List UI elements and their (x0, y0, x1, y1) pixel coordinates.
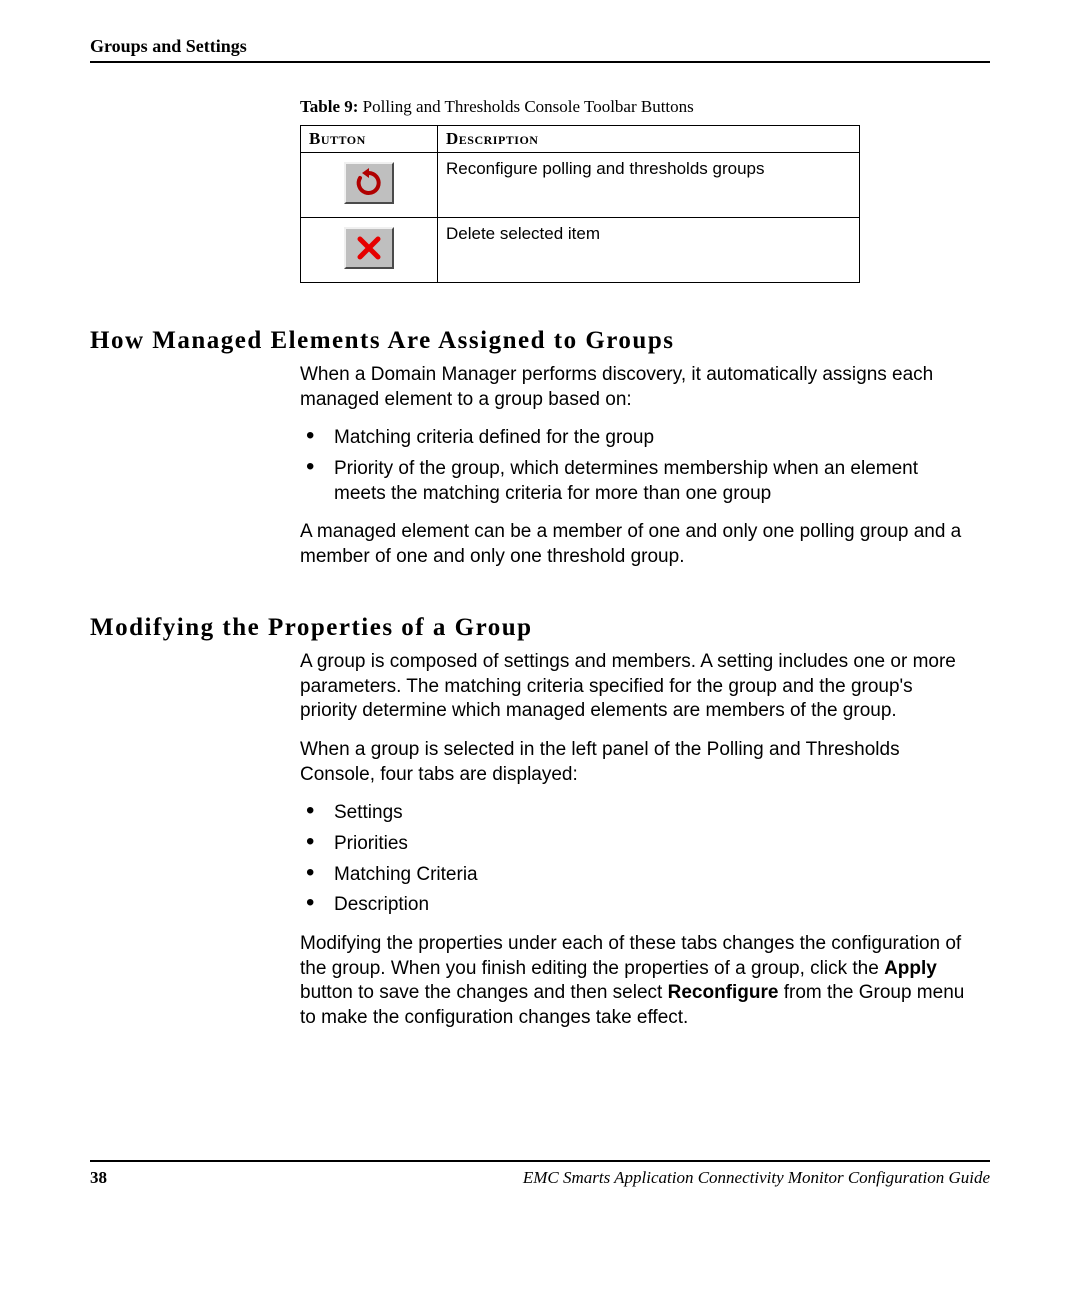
toolbar-buttons-table: Button Description Reconfigure polli (300, 125, 860, 283)
apply-label: Apply (884, 958, 937, 979)
th-description: Description (438, 126, 860, 153)
text: Modifying the properties under each of t… (300, 933, 961, 979)
para: Modifying the properties under each of t… (300, 932, 970, 1031)
table-caption-text: Polling and Thresholds Console Toolbar B… (363, 97, 694, 116)
section-heading-assigned: How Managed Elements Are Assigned to Gro… (90, 327, 990, 355)
page-header: Groups and Settings (90, 36, 990, 63)
button-cell (301, 153, 438, 218)
list-item: Priorities (300, 832, 970, 857)
table-row: Delete selected item (301, 218, 860, 283)
list-item: Settings (300, 801, 970, 826)
para: When a Domain Manager performs discovery… (300, 363, 970, 412)
th-button: Button (301, 126, 438, 153)
desc-cell: Delete selected item (438, 218, 860, 283)
arrow-reload-icon (344, 162, 394, 204)
table-area: Table 9: Polling and Thresholds Console … (300, 97, 860, 283)
list-item: Matching criteria defined for the group (300, 426, 970, 451)
page-footer: 38 EMC Smarts Application Connectivity M… (90, 1160, 990, 1188)
bullet-list: Settings Priorities Matching Criteria De… (300, 801, 970, 918)
list-item: Description (300, 893, 970, 918)
x-delete-icon (344, 227, 394, 269)
text: button to save the changes and then sele… (300, 982, 668, 1003)
button-cell (301, 218, 438, 283)
section-heading-modifying: Modifying the Properties of a Group (90, 614, 990, 642)
page-number: 38 (90, 1168, 107, 1188)
list-item: Priority of the group, which determines … (300, 457, 970, 506)
para: When a group is selected in the left pan… (300, 738, 970, 787)
reconfigure-label: Reconfigure (668, 982, 779, 1003)
page: Groups and Settings Table 9: Polling and… (0, 0, 1080, 1296)
para: A managed element can be a member of one… (300, 520, 970, 569)
table-row: Reconfigure polling and thresholds group… (301, 153, 860, 218)
table-caption: Table 9: Polling and Thresholds Console … (300, 97, 860, 117)
header-title: Groups and Settings (90, 36, 247, 56)
section1-body: When a Domain Manager performs discovery… (300, 363, 970, 570)
footer-doc-title: EMC Smarts Application Connectivity Moni… (523, 1168, 990, 1188)
list-item: Matching Criteria (300, 863, 970, 888)
para: A group is composed of settings and memb… (300, 650, 970, 724)
section2-body: A group is composed of settings and memb… (300, 650, 970, 1031)
bullet-list: Matching criteria defined for the group … (300, 426, 970, 506)
table-caption-label: Table 9: (300, 97, 358, 116)
desc-cell: Reconfigure polling and thresholds group… (438, 153, 860, 218)
